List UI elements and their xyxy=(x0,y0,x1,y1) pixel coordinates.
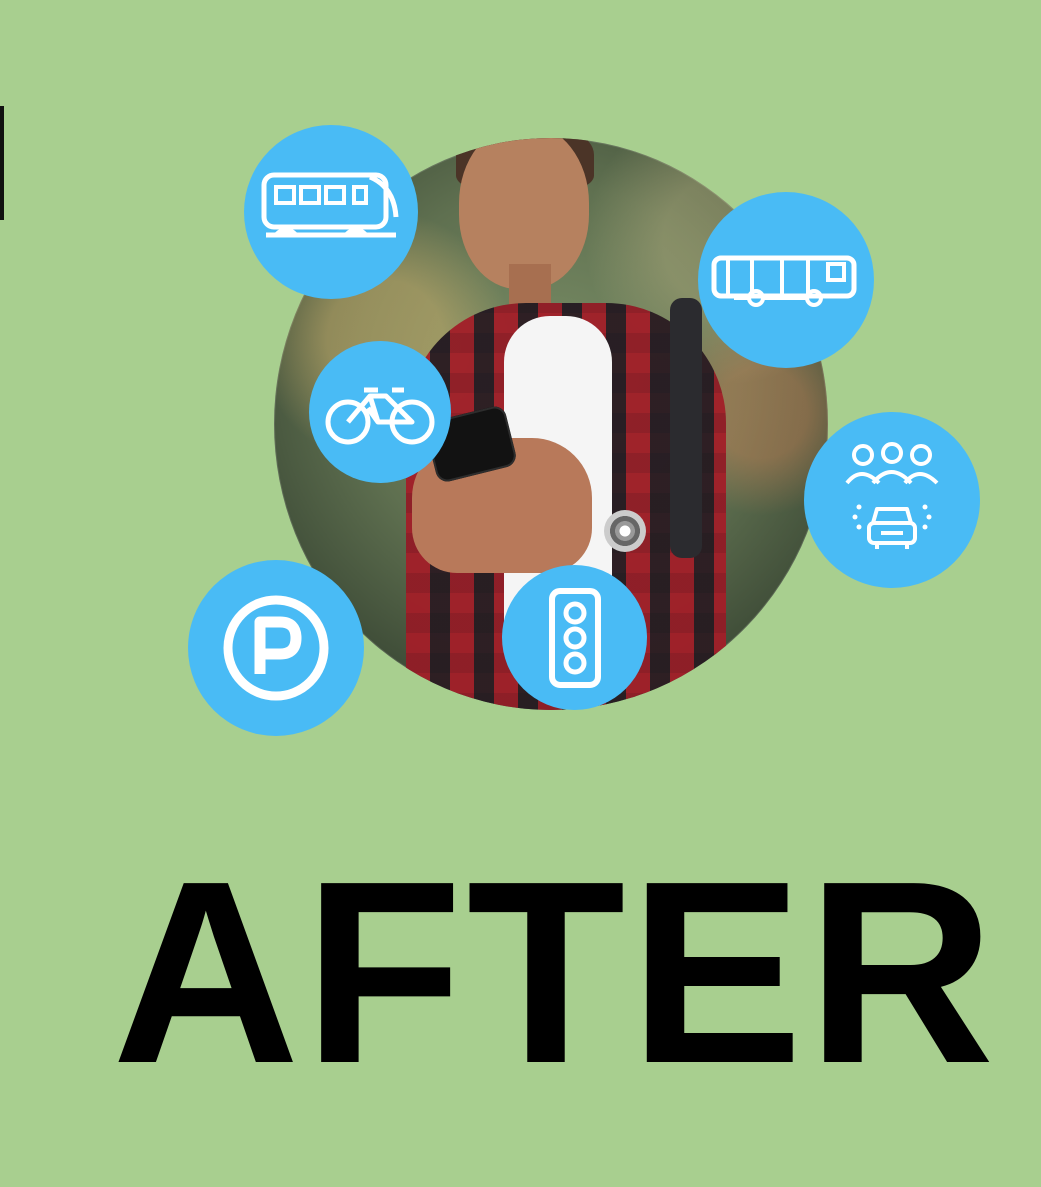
left-edge-bar xyxy=(0,106,4,220)
bus-icon-svg xyxy=(711,255,857,307)
backpack-strap xyxy=(670,298,702,558)
bus-icon xyxy=(698,192,874,368)
bike-icon-svg xyxy=(325,387,435,445)
bike-icon xyxy=(309,341,451,483)
parking-icon-svg xyxy=(223,595,329,701)
after-heading: AFTER xyxy=(112,828,999,1118)
wristwatch-icon xyxy=(604,510,646,552)
traffic-light-icon xyxy=(502,565,647,710)
carpool-icon-svg xyxy=(845,442,939,549)
train-icon-svg xyxy=(261,172,399,238)
train-icon xyxy=(244,125,418,299)
carpool-icon xyxy=(804,412,980,588)
traffic-light-icon-svg xyxy=(548,587,601,688)
parking-icon xyxy=(188,560,364,736)
